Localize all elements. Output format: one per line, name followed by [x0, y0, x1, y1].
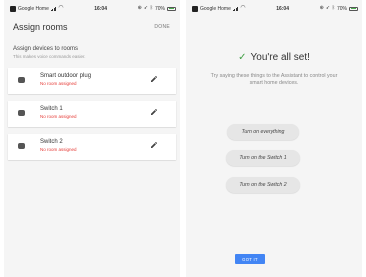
switch-icon [18, 143, 25, 149]
device-row-switch-2[interactable]: Switch 2 No room assigned [8, 134, 176, 160]
page-title: You're all set! [250, 52, 310, 63]
suggestion-chip[interactable]: Turn on the Switch 2 [226, 177, 300, 193]
battery-icon [349, 6, 358, 11]
bluetooth-icon: ᛒ [149, 5, 153, 11]
status-app-name: Google Home [200, 5, 231, 12]
status-bar: Google Home ◠ 16:04 ⊕ ➶ ᛒ 70% [186, 0, 362, 17]
edit-pencil-icon[interactable] [150, 141, 158, 149]
status-time: 16:04 [276, 5, 289, 12]
device-name: Switch 1 [40, 106, 63, 112]
suggestion-chip[interactable]: Turn on everything [227, 124, 299, 140]
intro-subtext: This makes voice commands easier. [13, 53, 86, 59]
status-bar: Google Home ◠ 16:04 ⊕ ➶ ᛒ 70% [4, 0, 180, 17]
assign-rooms-screen: Google Home ◠ 16:04 ⊕ ➶ ᛒ 70% Assign roo… [4, 0, 180, 277]
switch-icon [18, 110, 25, 116]
suggestion-chip[interactable]: Turn on the Switch 1 [226, 150, 300, 166]
device-name: Switch 2 [40, 139, 63, 145]
assistant-instructions: Try saying these things to the Assistant… [210, 73, 338, 86]
device-room-status: No room assigned [40, 114, 77, 119]
intro-heading: Assign devices to rooms [13, 46, 79, 52]
device-room-status: No room assigned [40, 81, 77, 86]
checkmark-icon: ✓ [238, 52, 247, 63]
got-it-button[interactable]: GOT IT [235, 254, 265, 264]
app-bar: Assign rooms DONE [4, 17, 180, 37]
success-heading: ✓ You're all set! [186, 52, 362, 63]
device-row-switch-1[interactable]: Switch 1 No room assigned [8, 101, 176, 127]
edit-pencil-icon[interactable] [150, 108, 158, 116]
all-set-screen: Google Home ◠ 16:04 ⊕ ➶ ᛒ 70% ✓ You're al… [186, 0, 362, 277]
device-room-status: No room assigned [40, 147, 77, 152]
status-app-name: Google Home [18, 5, 49, 12]
device-name: Smart outdoor plug [40, 73, 92, 79]
wifi-icon: ◠ [58, 5, 64, 11]
signal-icon [50, 6, 57, 11]
device-row-smart-outdoor-plug[interactable]: Smart outdoor plug No room assigned [8, 68, 176, 94]
bluetooth-icon: ᛒ [331, 5, 335, 11]
done-button[interactable]: DONE [154, 24, 170, 30]
battery-percent: 70% [336, 5, 347, 12]
status-time: 16:04 [94, 5, 107, 12]
app-badge-icon [192, 5, 198, 12]
alarm-icon: ⊕ [137, 5, 142, 11]
page-title: Assign rooms [13, 22, 68, 32]
plug-icon [18, 77, 25, 83]
battery-icon [167, 6, 176, 11]
edit-pencil-icon[interactable] [150, 75, 158, 83]
wifi-icon: ◠ [240, 5, 246, 11]
location-icon: ➶ [325, 5, 330, 11]
alarm-icon: ⊕ [319, 5, 324, 11]
signal-icon [232, 6, 239, 11]
intro-section: Assign devices to rooms This makes voice… [4, 37, 180, 62]
location-icon: ➶ [143, 5, 148, 11]
app-badge-icon [10, 5, 16, 12]
battery-percent: 70% [154, 5, 165, 12]
